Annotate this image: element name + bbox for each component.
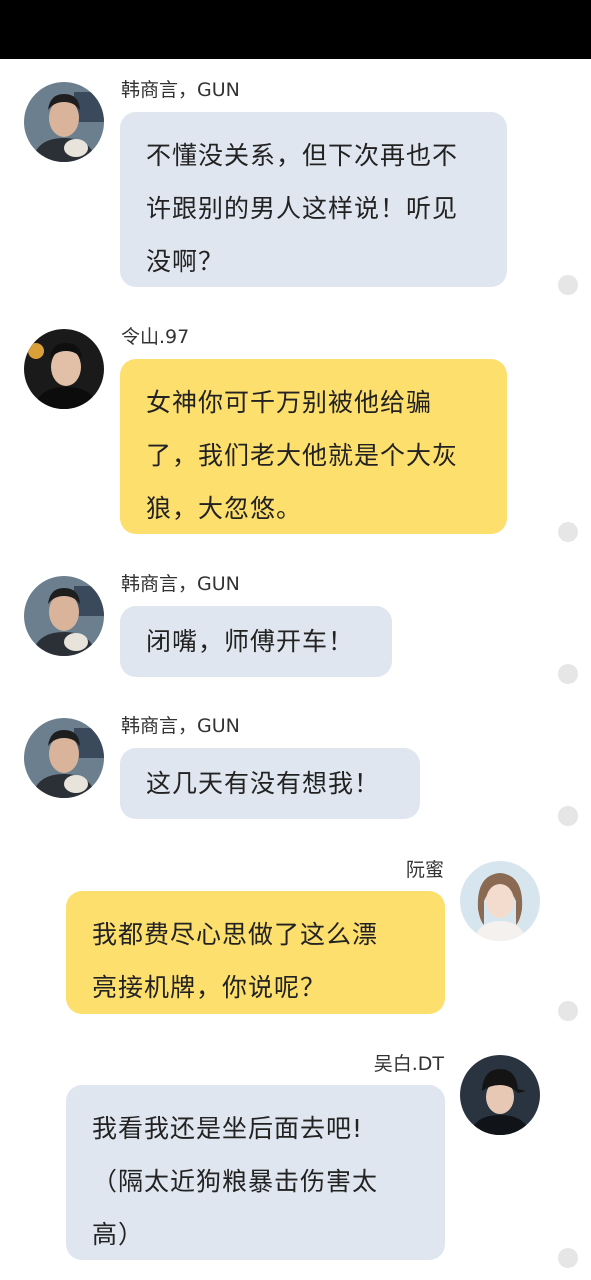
sender-avatar[interactable] xyxy=(460,861,540,941)
status-bar xyxy=(0,0,591,59)
man-avatar-icon xyxy=(24,718,104,798)
man-avatar-icon xyxy=(24,82,104,162)
status-dot xyxy=(558,1001,578,1021)
sender-name: 吴白.DT xyxy=(373,1053,444,1075)
message-bubble[interactable]: 这几天有没有想我！ xyxy=(120,748,420,819)
status-dot xyxy=(558,522,578,542)
message-bubble[interactable]: 我都费尽心思做了这么漂 亮接机牌，你说呢？ xyxy=(66,891,445,1014)
message-line: 这几天有没有想我！ xyxy=(146,769,381,798)
message-line: 许跟别的男人这样说！听见 xyxy=(146,194,459,223)
young-man-avatar-icon xyxy=(24,329,104,409)
message-line: 没啊？ xyxy=(146,247,225,276)
message-bubble[interactable]: 我看我还是坐后面去吧! （隔太近狗粮暴击伤害太 高） xyxy=(66,1085,445,1260)
woman-avatar-icon xyxy=(460,861,540,941)
sender-avatar[interactable] xyxy=(24,329,104,409)
message-line: 亮接机牌，你说呢？ xyxy=(92,973,327,1002)
message-line: （隔太近狗粮暴击伤害太 xyxy=(92,1167,379,1196)
message-line: 了，我们老大他就是个大灰 xyxy=(146,441,459,470)
sender-avatar[interactable] xyxy=(460,1055,540,1135)
sender-name: 阮蜜 xyxy=(405,859,444,881)
sender-name: 韩商言，GUN xyxy=(121,715,240,737)
sender-avatar[interactable] xyxy=(24,82,104,162)
man-avatar-icon xyxy=(24,576,104,656)
message-bubble[interactable]: 闭嘴，师傅开车！ xyxy=(120,606,392,677)
message-line: 闭嘴，师傅开车！ xyxy=(146,627,355,656)
cap-man-avatar-icon xyxy=(460,1055,540,1135)
status-dot xyxy=(558,664,578,684)
message-line: 我看我还是坐后面去吧! xyxy=(92,1114,364,1143)
message-line: 女神你可千万别被他给骗 xyxy=(146,388,433,417)
message-line: 高） xyxy=(92,1220,145,1249)
message-line: 我都费尽心思做了这么漂 xyxy=(92,920,379,949)
sender-avatar[interactable] xyxy=(24,718,104,798)
sender-avatar[interactable] xyxy=(24,576,104,656)
sender-name: 令山.97 xyxy=(121,326,190,348)
sender-name: 韩商言，GUN xyxy=(121,79,240,101)
status-dot xyxy=(558,275,578,295)
sender-name: 韩商言，GUN xyxy=(121,573,240,595)
message-line: 狼，大忽悠。 xyxy=(146,494,303,523)
message-bubble[interactable]: 女神你可千万别被他给骗 了，我们老大他就是个大灰 狼，大忽悠。 xyxy=(120,359,507,534)
message-bubble[interactable]: 不懂没关系，但下次再也不 许跟别的男人这样说！听见 没啊？ xyxy=(120,112,507,287)
message-line: 不懂没关系，但下次再也不 xyxy=(146,141,459,170)
status-dot xyxy=(558,1248,578,1268)
status-dot xyxy=(558,806,578,826)
